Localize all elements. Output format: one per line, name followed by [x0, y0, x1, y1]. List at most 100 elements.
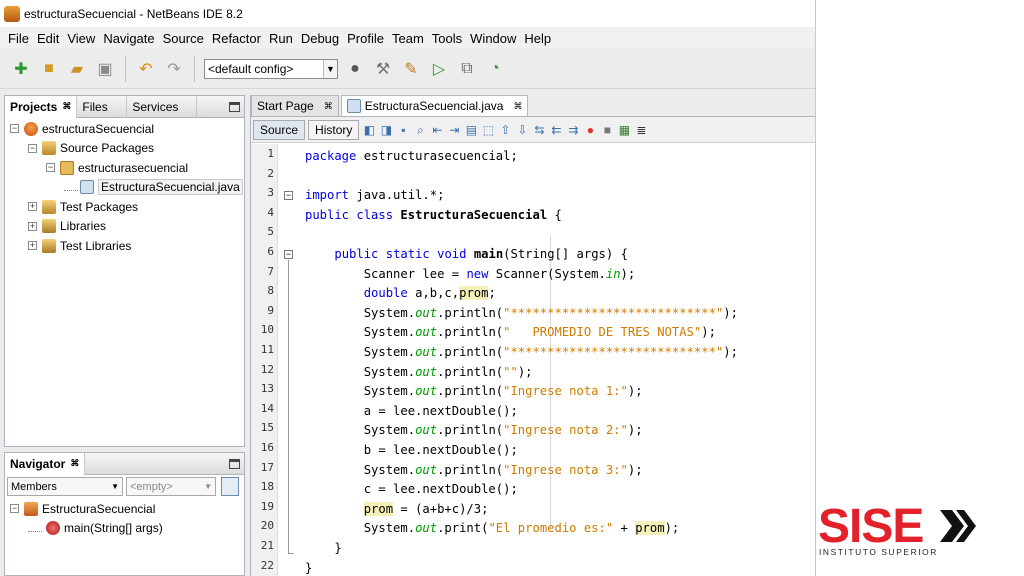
- close-icon[interactable]: ⌘: [513, 101, 522, 112]
- tab-files[interactable]: Files: [77, 95, 128, 118]
- menu-window[interactable]: Window: [466, 31, 520, 46]
- menu-refactor[interactable]: Refactor: [208, 31, 265, 46]
- code-line[interactable]: public class EstructuraSecuencial {: [305, 206, 562, 226]
- menu-profile[interactable]: Profile: [343, 31, 388, 46]
- new-project-icon[interactable]: ■: [38, 58, 60, 80]
- run-icon[interactable]: ▷: [428, 58, 450, 80]
- tab-projects[interactable]: Projects ⌘: [5, 95, 78, 118]
- code-line[interactable]: double a,b,c,prom;: [305, 284, 496, 304]
- code-line[interactable]: package estructurasecuencial;: [305, 147, 518, 167]
- code-line[interactable]: System.out.println("Ingrese nota 1:");: [305, 382, 643, 402]
- build-hammer-icon[interactable]: ⚒: [372, 58, 394, 80]
- close-icon[interactable]: ⌘: [62, 101, 71, 112]
- chevron-down-icon[interactable]: ▼: [111, 482, 119, 491]
- navigator-class-item[interactable]: − EstructuraSecuencial: [10, 499, 155, 518]
- code-line[interactable]: System.out.println(" PROMEDIO DE TRES NO…: [305, 323, 716, 343]
- navigator-method-item[interactable]: main(String[] args): [28, 519, 163, 538]
- chevron-down-icon[interactable]: ▼: [204, 482, 212, 491]
- save-all-icon[interactable]: ▣: [94, 58, 116, 80]
- tab-java-file[interactable]: EstructuraSecuencial.java ⌘: [340, 95, 529, 116]
- tab-services[interactable]: Services: [127, 95, 198, 118]
- toggle-selection-icon[interactable]: ⬚: [481, 123, 495, 137]
- history-button[interactable]: History: [308, 119, 360, 140]
- forward-icon[interactable]: ▪: [396, 123, 410, 137]
- menu-team[interactable]: Team: [388, 31, 428, 46]
- redo-icon[interactable]: ↷: [163, 58, 185, 80]
- tree-item[interactable]: + Test Packages: [28, 197, 138, 216]
- tree-item[interactable]: − estructuraSecuencial: [10, 119, 154, 138]
- source-button[interactable]: Source: [253, 119, 306, 140]
- menu-navigate[interactable]: Navigate: [99, 31, 158, 46]
- code-line[interactable]: System.out.println("********************…: [305, 304, 738, 324]
- back-icon[interactable]: ◨: [379, 123, 393, 137]
- code-line[interactable]: System.out.println("");: [305, 363, 533, 383]
- next-bookmark-icon[interactable]: ⇩: [515, 123, 529, 137]
- find-icon[interactable]: ⌕: [413, 123, 427, 137]
- clean-build-icon[interactable]: ✎: [400, 58, 422, 80]
- expand-icon[interactable]: +: [28, 221, 37, 231]
- menu-help[interactable]: Help: [520, 31, 555, 46]
- start-macro-icon[interactable]: ●: [583, 123, 597, 137]
- navigator-options-icon[interactable]: [221, 477, 239, 496]
- undo-icon[interactable]: ↶: [135, 58, 157, 80]
- code-line[interactable]: System.out.println("Ingrese nota 2:");: [305, 421, 643, 441]
- open-project-icon[interactable]: ▰: [66, 58, 88, 80]
- toggle-highlight-icon[interactable]: ▤: [464, 123, 478, 137]
- toggle-bookmark-icon[interactable]: ⇆: [532, 123, 546, 137]
- code-line[interactable]: import java.util.*;: [305, 186, 444, 206]
- code-line[interactable]: b = lee.nextDouble();: [305, 441, 518, 461]
- config-select[interactable]: <default config> ▼: [204, 58, 338, 79]
- collapse-icon[interactable]: −: [10, 124, 19, 133]
- last-edit-icon[interactable]: ◧: [362, 123, 376, 137]
- filter-select[interactable]: <empty> ▼: [126, 477, 216, 496]
- previous-bookmark-icon[interactable]: ⇧: [498, 123, 512, 137]
- code-line[interactable]: public static void main(String[] args) {: [305, 245, 628, 265]
- tab-start-page[interactable]: Start Page ⌘: [251, 95, 339, 116]
- stop-macro-icon[interactable]: ■: [600, 123, 614, 137]
- expand-icon[interactable]: +: [28, 202, 37, 211]
- code-line[interactable]: System.out.print("El promedio es:" + pro…: [305, 519, 679, 539]
- menu-source[interactable]: Source: [159, 31, 208, 46]
- globe-icon[interactable]: ●: [344, 58, 366, 80]
- members-select[interactable]: Members ▼: [7, 477, 123, 496]
- find-next-icon[interactable]: ⇥: [447, 123, 461, 137]
- profile-icon[interactable]: ◔: [484, 58, 506, 80]
- expand-icon[interactable]: +: [28, 241, 37, 250]
- code-line[interactable]: }: [305, 559, 312, 576]
- fold-toggle-icon[interactable]: −: [284, 250, 293, 259]
- minimize-icon[interactable]: [229, 101, 240, 112]
- collapse-icon[interactable]: −: [28, 143, 37, 153]
- tree-item[interactable]: − estructurasecuencial: [46, 158, 188, 177]
- tree-item[interactable]: − Source Packages: [28, 139, 154, 158]
- code-line[interactable]: a = lee.nextDouble();: [305, 402, 518, 422]
- shift-left-icon[interactable]: ⇇: [549, 123, 563, 137]
- code-line[interactable]: prom = (a+b+c)/3;: [305, 500, 488, 520]
- code-line[interactable]: }: [305, 539, 341, 559]
- menu-debug[interactable]: Debug: [297, 31, 343, 46]
- menu-file[interactable]: File: [4, 31, 33, 46]
- minimize-icon[interactable]: [229, 458, 240, 469]
- find-previous-icon[interactable]: ⇤: [430, 123, 444, 137]
- debug-icon[interactable]: ⧉: [456, 58, 478, 80]
- code-line[interactable]: System.out.println("Ingrese nota 3:");: [305, 461, 643, 481]
- menu-run[interactable]: Run: [265, 31, 297, 46]
- tree-item[interactable]: + Test Libraries: [28, 236, 131, 255]
- tab-navigator[interactable]: Navigator ⌘: [5, 452, 86, 475]
- close-icon[interactable]: ⌘: [70, 458, 79, 469]
- menu-edit[interactable]: Edit: [33, 31, 63, 46]
- collapse-icon[interactable]: −: [10, 504, 19, 513]
- code-line[interactable]: c = lee.nextDouble();: [305, 480, 518, 500]
- tree-item[interactable]: + Libraries: [28, 217, 106, 236]
- comment-icon[interactable]: ▦: [617, 123, 631, 137]
- collapse-icon[interactable]: −: [46, 163, 55, 172]
- shift-right-icon[interactable]: ⇉: [566, 123, 580, 137]
- fold-toggle-icon[interactable]: −: [284, 191, 293, 201]
- code-line[interactable]: Scanner lee = new Scanner(System.in);: [305, 265, 636, 285]
- uncomment-icon[interactable]: ≣: [634, 123, 648, 137]
- menu-tools[interactable]: Tools: [428, 31, 466, 46]
- close-icon[interactable]: ⌘: [324, 101, 333, 112]
- tree-item[interactable]: EstructuraSecuencial.java: [64, 178, 243, 197]
- menu-view[interactable]: View: [63, 31, 99, 46]
- code-line[interactable]: System.out.println("********************…: [305, 343, 738, 363]
- new-file-icon[interactable]: ✚: [10, 58, 32, 80]
